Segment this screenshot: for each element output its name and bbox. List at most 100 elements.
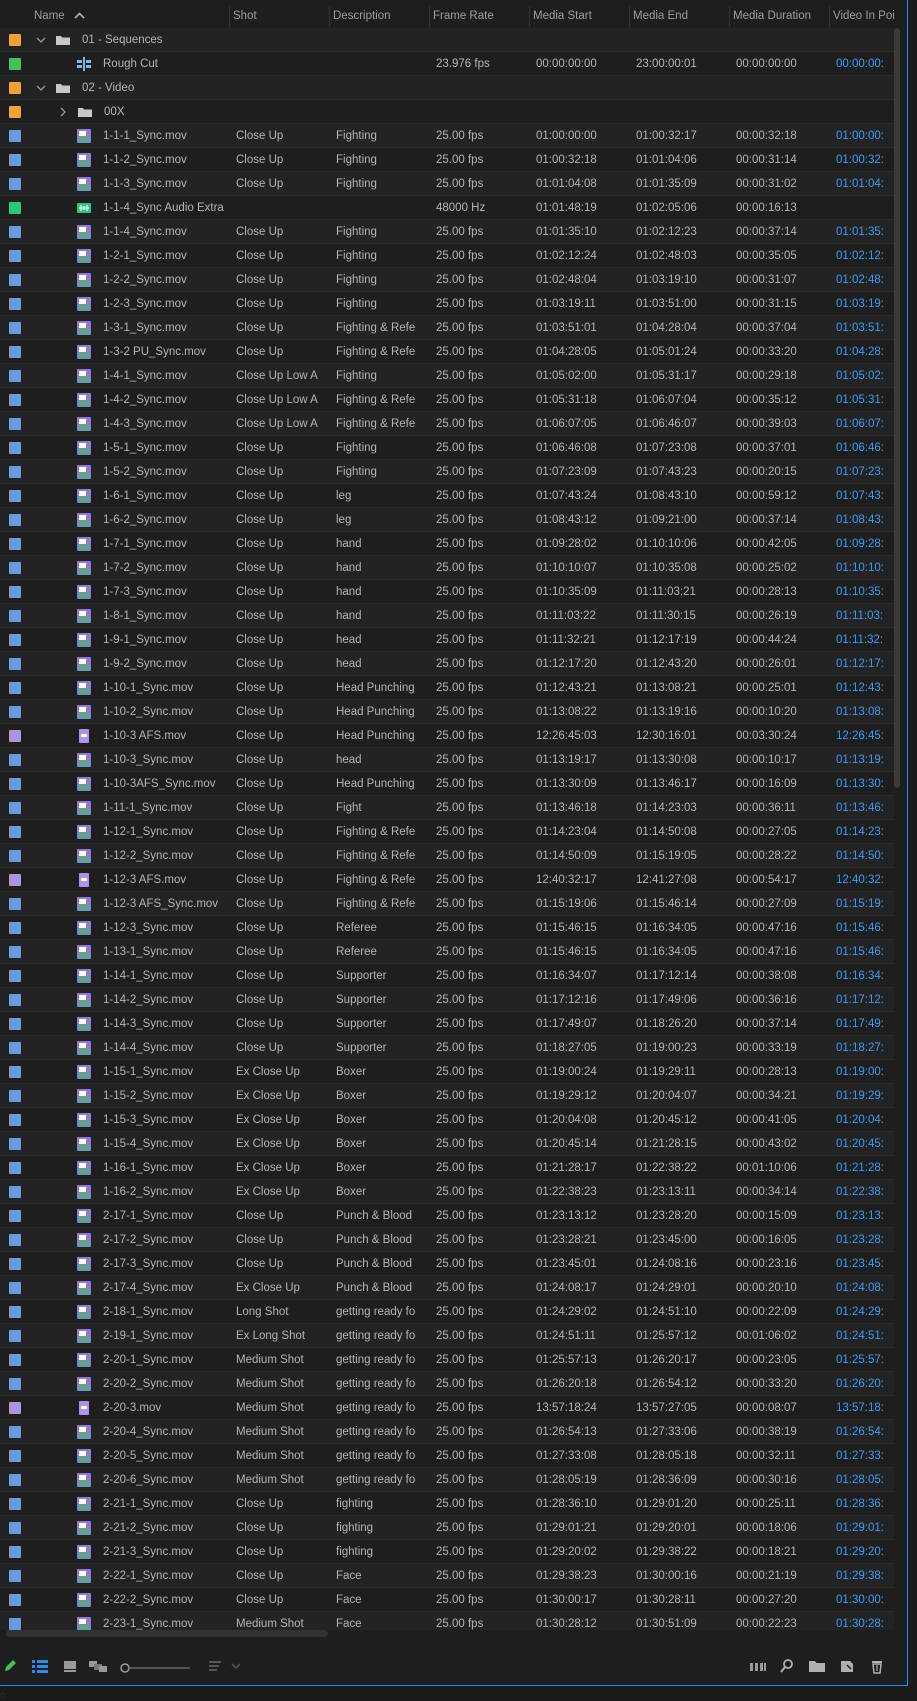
project-item-row[interactable]: 2-19-1_Sync.mov Ex Long Shot getting ready… [0, 1324, 895, 1348]
project-item-row[interactable]: 1-12-2_Sync.mov Close Up Fighting & Refe 25… [0, 844, 895, 868]
video-in-point-cell[interactable]: 01:27:33: [836, 1444, 894, 1468]
item-name[interactable]: 2-20-2_Sync.mov [103, 1372, 226, 1396]
sort-icon[interactable] [205, 1658, 225, 1678]
project-item-row[interactable]: 1-2-2_Sync.mov Close Up Fighting 25.00 fps 0… [0, 268, 895, 292]
project-item-row[interactable]: 1-4-3_Sync.mov Close Up Low A Fighting & R… [0, 412, 895, 436]
label-color-swatch[interactable] [9, 1330, 21, 1342]
project-item-row[interactable]: 1-1-4_Sync Audio Extra 48000 Hz 01:01:48:1… [0, 196, 895, 220]
chevron-down-icon[interactable] [226, 1658, 246, 1678]
column-header-media-duration[interactable]: Media Duration [729, 6, 829, 27]
disclosure-collapsed-icon[interactable] [58, 105, 68, 119]
zoom-slider[interactable] [118, 1658, 193, 1678]
video-in-point-cell[interactable]: 01:20:04: [836, 1108, 894, 1132]
label-color-swatch[interactable] [9, 130, 21, 142]
item-name[interactable]: 1-6-1_Sync.mov [103, 484, 226, 508]
project-item-row[interactable]: 1-14-3_Sync.mov Close Up Supporter 25.00 fp… [0, 1012, 895, 1036]
item-name[interactable]: 1-3-1_Sync.mov [103, 316, 226, 340]
project-item-row[interactable]: 1-14-2_Sync.mov Close Up Supporter 25.00 fp… [0, 988, 895, 1012]
project-item-row[interactable]: 2-17-1_Sync.mov Close Up Punch & Blood 25.0… [0, 1204, 895, 1228]
label-color-swatch[interactable] [9, 538, 21, 550]
video-in-point-cell[interactable]: 01:13:08: [836, 700, 894, 724]
column-header-media-end[interactable]: Media End [629, 6, 729, 27]
label-color-swatch[interactable] [9, 34, 21, 46]
label-color-swatch[interactable] [9, 682, 21, 694]
video-in-point-cell[interactable]: 01:21:28: [836, 1156, 894, 1180]
video-in-point-cell[interactable]: 01:19:00: [836, 1060, 894, 1084]
project-item-row[interactable]: 1-1-2_Sync.mov Close Up Fighting 25.00 fps 0… [0, 148, 895, 172]
project-item-row[interactable]: Rough Cut 23.976 fps 00:00:00:00 23:00:00:0… [0, 52, 895, 76]
project-item-row[interactable]: 1-10-1_Sync.mov Close Up Head Punching 25.0… [0, 676, 895, 700]
label-color-swatch[interactable] [9, 370, 21, 382]
video-in-point-cell[interactable]: 01:24:08: [836, 1276, 894, 1300]
label-color-swatch[interactable] [9, 466, 21, 478]
video-in-point-cell[interactable]: 01:24:29: [836, 1300, 894, 1324]
video-in-point-cell[interactable]: 01:13:30: [836, 772, 894, 796]
item-name[interactable]: 2-17-2_Sync.mov [103, 1228, 226, 1252]
item-name[interactable]: 1-11-1_Sync.mov [103, 796, 226, 820]
label-color-swatch[interactable] [9, 154, 21, 166]
video-in-point-cell[interactable]: 01:15:19: [836, 892, 894, 916]
item-name[interactable]: Rough Cut [103, 52, 226, 76]
project-item-row[interactable]: 2-17-3_Sync.mov Close Up Punch & Blood 25.0… [0, 1252, 895, 1276]
video-in-point-cell[interactable]: 01:26:54: [836, 1420, 894, 1444]
freeform-view-icon[interactable] [88, 1658, 108, 1678]
label-color-swatch[interactable] [9, 970, 21, 982]
item-name[interactable]: 1-12-3 AFS.mov [103, 868, 226, 892]
video-in-point-cell[interactable]: 01:02:48: [836, 268, 894, 292]
project-item-row[interactable]: 1-13-1_Sync.mov Close Up Referee 25.00 fps 0… [0, 940, 895, 964]
label-color-swatch[interactable] [9, 1258, 21, 1270]
item-name[interactable]: 1-12-2_Sync.mov [103, 844, 226, 868]
item-name[interactable]: 1-13-1_Sync.mov [103, 940, 226, 964]
item-name[interactable]: 1-1-3_Sync.mov [103, 172, 226, 196]
video-in-point-cell[interactable]: 01:28:36: [836, 1492, 894, 1516]
project-item-row[interactable]: 1-8-1_Sync.mov Close Up hand 25.00 fps 01:11… [0, 604, 895, 628]
list-view-icon[interactable] [30, 1658, 50, 1678]
video-in-point-cell[interactable]: 01:25:57: [836, 1348, 894, 1372]
video-in-point-cell[interactable]: 01:00:00: [836, 124, 894, 148]
label-color-swatch[interactable] [9, 1474, 21, 1486]
video-in-point-cell[interactable]: 00:00:00: [836, 52, 894, 76]
label-color-swatch[interactable] [9, 802, 21, 814]
item-name[interactable]: 2-20-4_Sync.mov [103, 1420, 226, 1444]
project-item-row[interactable]: 1-14-1_Sync.mov Close Up Supporter 25.00 fp… [0, 964, 895, 988]
label-color-swatch[interactable] [9, 298, 21, 310]
video-in-point-cell[interactable]: 01:18:27: [836, 1036, 894, 1060]
project-item-row[interactable]: 1-10-3AFS_Sync.mov Close Up Head Punching 2… [0, 772, 895, 796]
project-item-row[interactable]: 2-20-5_Sync.mov Medium Shot getting ready … [0, 1444, 895, 1468]
project-item-row[interactable]: 2-20-1_Sync.mov Medium Shot getting ready … [0, 1348, 895, 1372]
label-color-swatch[interactable] [9, 442, 21, 454]
project-item-row[interactable]: 1-12-3_Sync.mov Close Up Referee 25.00 fps 0… [0, 916, 895, 940]
column-header-name[interactable]: Name [24, 6, 214, 27]
label-color-swatch[interactable] [9, 1594, 21, 1606]
label-color-swatch[interactable] [9, 1066, 21, 1078]
label-color-swatch[interactable] [9, 1306, 21, 1318]
label-color-swatch[interactable] [9, 730, 21, 742]
label-color-swatch[interactable] [9, 1210, 21, 1222]
item-name[interactable]: 02 - Video [82, 76, 226, 100]
video-in-point-cell[interactable]: 01:03:51: [836, 316, 894, 340]
item-name[interactable]: 1-10-3AFS_Sync.mov [103, 772, 226, 796]
project-item-row[interactable]: 1-6-2_Sync.mov Close Up leg 25.00 fps 01:08:… [0, 508, 895, 532]
label-color-swatch[interactable] [9, 1090, 21, 1102]
item-name[interactable]: 2-18-1_Sync.mov [103, 1300, 226, 1324]
project-item-row[interactable]: 1-1-4_Sync.mov Close Up Fighting 25.00 fps 0… [0, 220, 895, 244]
item-name[interactable]: 1-1-2_Sync.mov [103, 148, 226, 172]
project-item-row[interactable]: 2-22-2_Sync.mov Close Up Face 25.00 fps 01:3… [0, 1588, 895, 1612]
label-color-swatch[interactable] [9, 1618, 21, 1630]
item-name[interactable]: 00X [104, 100, 226, 124]
label-color-swatch[interactable] [9, 874, 21, 886]
item-name[interactable]: 2-20-1_Sync.mov [103, 1348, 226, 1372]
video-in-point-cell[interactable]: 01:04:28: [836, 340, 894, 364]
video-in-point-cell[interactable]: 01:07:23: [836, 460, 894, 484]
video-in-point-cell[interactable]: 01:26:20: [836, 1372, 894, 1396]
label-color-swatch[interactable] [9, 82, 21, 94]
project-item-row[interactable]: 1-4-2_Sync.mov Close Up Low A Fighting & R… [0, 388, 895, 412]
project-item-row[interactable]: 2-20-2_Sync.mov Medium Shot getting ready … [0, 1372, 895, 1396]
label-color-swatch[interactable] [9, 610, 21, 622]
bin-row[interactable]: 01 - Sequences [0, 28, 895, 52]
project-item-row[interactable]: 1-1-3_Sync.mov Close Up Fighting 25.00 fps 0… [0, 172, 895, 196]
video-in-point-cell[interactable]: 01:29:20: [836, 1540, 894, 1564]
video-in-point-cell[interactable]: 01:01:35: [836, 220, 894, 244]
video-in-point-cell[interactable]: 01:24:51: [836, 1324, 894, 1348]
project-item-row[interactable]: 2-23-1_Sync.mov Medium Shot Face 25.00 fps 0… [0, 1612, 895, 1630]
